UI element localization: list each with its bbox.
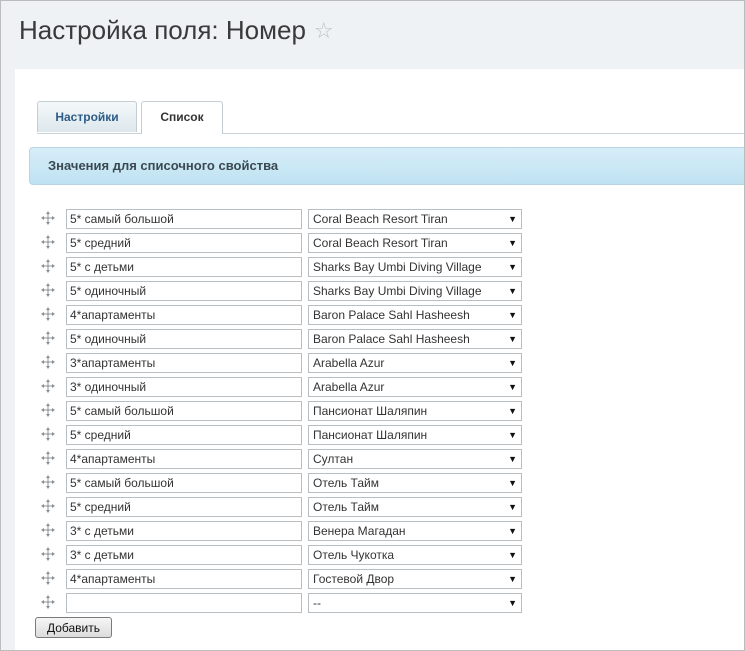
hotel-select[interactable]: -- ▼ [308,593,522,613]
value-input[interactable] [66,593,302,613]
value-input[interactable] [66,305,302,325]
chevron-down-icon: ▼ [508,454,517,464]
hotel-select[interactable]: Sharks Bay Umbi Diving Village ▼ [308,257,522,277]
hotel-select-value: Султан [313,452,354,466]
hotel-select[interactable]: Султан ▼ [308,449,522,469]
chevron-down-icon: ▼ [508,406,517,416]
add-button[interactable]: Добавить [35,617,112,638]
hotel-select-value: Отель Чукотка [313,548,395,562]
page-title: Настройка поля: Номер ☆ [19,15,334,46]
hotel-select-value: Baron Palace Sahl Hasheesh [313,332,470,346]
hotel-select[interactable]: Отель Чукотка ▼ [308,545,522,565]
value-input[interactable] [66,497,302,517]
value-input[interactable] [66,569,302,589]
drag-handle-icon[interactable] [41,451,55,465]
hotel-select[interactable]: Coral Beach Resort Tiran ▼ [308,209,522,229]
value-input[interactable] [66,257,302,277]
drag-handle-icon[interactable] [41,547,55,561]
hotel-select-value: -- [313,596,321,610]
content-area: Настройки Список Значения для списочного… [15,69,744,650]
hotel-select[interactable]: Венера Магадан ▼ [308,521,522,541]
hotel-select-value: Arabella Azur [313,380,385,394]
drag-handle-icon[interactable] [41,403,55,417]
hotel-select-value: Венера Магадан [313,524,406,538]
chevron-down-icon: ▼ [508,526,517,536]
hotel-select-value: Отель Тайм [313,500,379,514]
hotel-select[interactable]: Отель Тайм ▼ [308,497,522,517]
hotel-select[interactable]: Гостевой Двор ▼ [308,569,522,589]
chevron-down-icon: ▼ [508,214,517,224]
chevron-down-icon: ▼ [508,550,517,560]
drag-handle-icon[interactable] [41,499,55,513]
hotel-select[interactable]: Baron Palace Sahl Hasheesh ▼ [308,305,522,325]
chevron-down-icon: ▼ [508,286,517,296]
chevron-down-icon: ▼ [508,334,517,344]
value-input[interactable] [66,473,302,493]
hotel-select[interactable]: Baron Palace Sahl Hasheesh ▼ [308,329,522,349]
section-header: Значения для списочного свойства [29,147,744,185]
value-input[interactable] [66,353,302,373]
drag-handle-icon[interactable] [41,259,55,273]
drag-handle-icon[interactable] [41,523,55,537]
drag-handle-icon[interactable] [41,379,55,393]
window-frame: Настройка поля: Номер ☆ Настройки Список… [0,0,745,651]
drag-handle-icon[interactable] [41,283,55,297]
hotel-select-value: Отель Тайм [313,476,379,490]
hotel-select-value: Пансионат Шаляпин [313,404,428,418]
hotel-select[interactable]: Arabella Azur ▼ [308,377,522,397]
drag-handle-icon[interactable] [41,571,55,585]
hotel-select[interactable]: Sharks Bay Umbi Diving Village ▼ [308,281,522,301]
drag-handle-icon[interactable] [41,427,55,441]
chevron-down-icon: ▼ [508,430,517,440]
value-input[interactable] [66,545,302,565]
drag-handle-icon[interactable] [41,331,55,345]
drag-handle-icon[interactable] [41,235,55,249]
value-input[interactable] [66,425,302,445]
hotel-select-value: Sharks Bay Umbi Diving Village [313,260,482,274]
drag-handle-icon[interactable] [41,595,55,609]
chevron-down-icon: ▼ [508,502,517,512]
hotel-select-value: Coral Beach Resort Tiran [313,212,448,226]
chevron-down-icon: ▼ [508,310,517,320]
hotel-select-value: Coral Beach Resort Tiran [313,236,448,250]
value-input[interactable] [66,377,302,397]
hotel-select-value: Sharks Bay Umbi Diving Village [313,284,482,298]
drag-handle-icon[interactable] [41,307,55,321]
chevron-down-icon: ▼ [508,358,517,368]
value-input[interactable] [66,329,302,349]
page-title-text: Настройка поля: Номер [19,15,306,45]
tab-bar: Настройки Список [37,101,744,134]
hotel-select-value: Пансионат Шаляпин [313,428,428,442]
chevron-down-icon: ▼ [508,382,517,392]
value-input[interactable] [66,209,302,229]
chevron-down-icon: ▼ [508,574,517,584]
chevron-down-icon: ▼ [508,478,517,488]
chevron-down-icon: ▼ [508,262,517,272]
value-input[interactable] [66,521,302,541]
tab-list[interactable]: Список [141,101,223,134]
hotel-select[interactable]: Пансионат Шаляпин ▼ [308,425,522,445]
value-input[interactable] [66,281,302,301]
hotel-select-value: Baron Palace Sahl Hasheesh [313,308,470,322]
hotel-select[interactable]: Пансионат Шаляпин ▼ [308,401,522,421]
hotel-select[interactable]: Отель Тайм ▼ [308,473,522,493]
tab-settings[interactable]: Настройки [37,101,137,132]
chevron-down-icon: ▼ [508,598,517,608]
chevron-down-icon: ▼ [508,238,517,248]
value-input[interactable] [66,401,302,421]
star-favorite-icon[interactable]: ☆ [314,18,334,44]
hotel-select[interactable]: Arabella Azur ▼ [308,353,522,373]
hotel-select[interactable]: Coral Beach Resort Tiran ▼ [308,233,522,253]
value-input[interactable] [66,449,302,469]
hotel-select-value: Гостевой Двор [313,572,395,586]
drag-handle-icon[interactable] [41,211,55,225]
drag-handle-icon[interactable] [41,355,55,369]
drag-handle-icon[interactable] [41,475,55,489]
value-input[interactable] [66,233,302,253]
hotel-select-value: Arabella Azur [313,356,385,370]
